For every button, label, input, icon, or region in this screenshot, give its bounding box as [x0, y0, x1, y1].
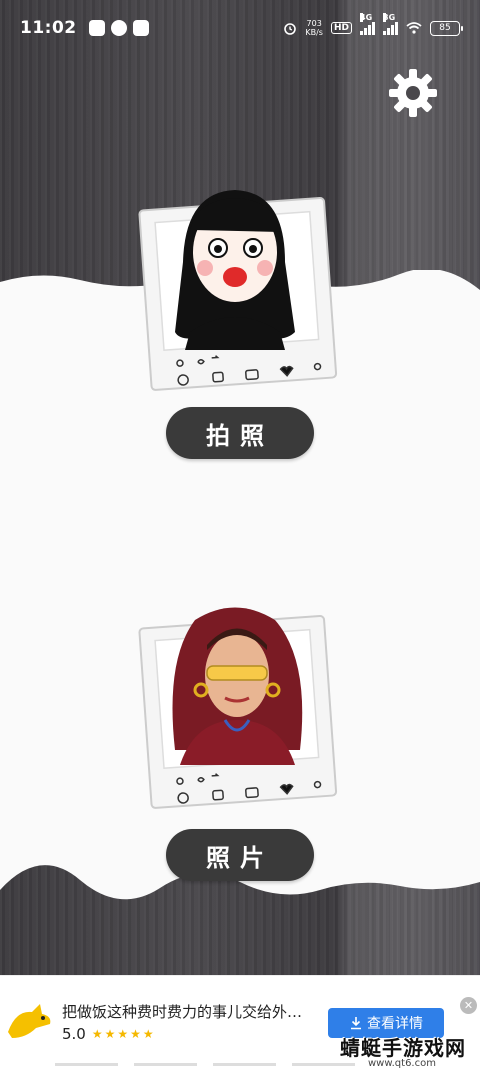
ad-rating: 5.0 ★★★★★ — [62, 1025, 156, 1043]
hd-badge: HD — [330, 22, 352, 34]
network-speed: 703 KB/s — [305, 19, 323, 37]
ad-app-logo-icon — [8, 1004, 51, 1038]
download-icon — [351, 1017, 361, 1030]
speed-value: 703 — [306, 19, 322, 28]
app-notification-icon — [88, 20, 105, 36]
status-bar: 11:02 703 KB/s HD 4G 3G 85 — [0, 0, 480, 56]
network-label-2: 3G — [383, 13, 396, 22]
message-icon — [110, 20, 127, 36]
ad-title[interactable]: 把做饭这种费时费力的事儿交给外… — [62, 1001, 324, 1022]
gallery-illustration-frame — [138, 607, 338, 809]
ad-rating-stars: ★★★★★ — [91, 1027, 156, 1041]
settings-gear-icon[interactable] — [388, 68, 438, 118]
signal-icon-2: 3G — [383, 13, 398, 35]
ad-close-button[interactable]: ✕ — [460, 997, 477, 1014]
battery-indicator: 85 — [430, 20, 463, 36]
ad-rating-value: 5.0 — [62, 1025, 86, 1043]
camera-illustration-frame — [138, 190, 338, 391]
network-label-1: 4G — [360, 13, 373, 22]
wifi-icon — [406, 22, 422, 34]
signal-icon-1: 4G — [360, 13, 375, 35]
gallery-button[interactable]: 照片 — [166, 829, 314, 881]
watermark-url: www.qt6.com — [368, 1058, 436, 1069]
ad-details-label: 查看详情 — [367, 1016, 423, 1032]
take-photo-button[interactable]: 拍照 — [166, 407, 314, 459]
speed-unit: KB/s — [305, 28, 323, 37]
watermark-text: 蜻蜓手游戏网 — [340, 1036, 466, 1060]
bottom-divider — [55, 1063, 355, 1066]
alarm-icon — [284, 23, 297, 35]
status-time: 11:02 — [20, 18, 77, 38]
notification-icons — [88, 20, 149, 36]
status-right: 703 KB/s HD 4G 3G 85 — [283, 13, 463, 37]
app-notification-icon-2 — [132, 20, 149, 36]
